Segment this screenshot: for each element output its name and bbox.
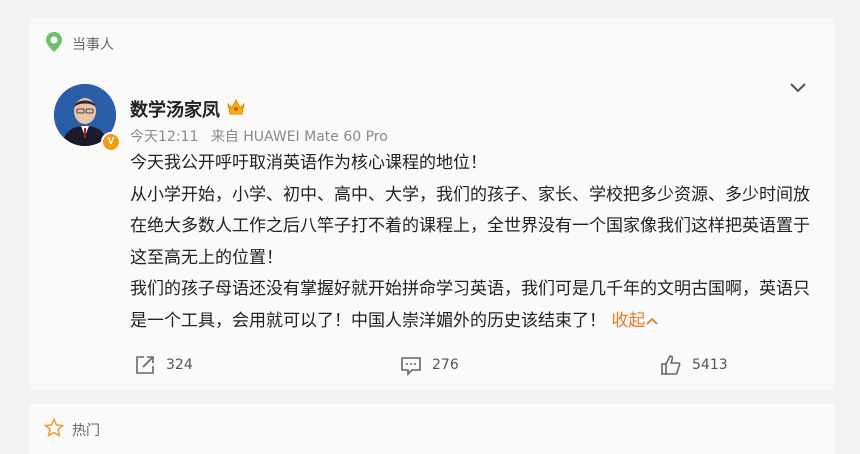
like-button[interactable]: 5413: [660, 352, 728, 378]
comment-count: 276: [432, 357, 459, 373]
collapse-label: 收起: [611, 310, 646, 331]
hot-section-header: 热门: [43, 417, 100, 442]
post-paragraph: 今天我公开呼吁取消英语作为核心课程的地位！: [130, 153, 487, 173]
share-count: 324: [166, 357, 193, 373]
user-name[interactable]: 数学汤家凤: [130, 96, 220, 122]
comment-button[interactable]: 276: [400, 352, 459, 378]
share-icon: [136, 356, 154, 374]
action-bar: 324 276 5413: [0, 352, 860, 378]
share-button[interactable]: 324: [134, 352, 193, 378]
chevron-down-icon[interactable]: [788, 80, 808, 99]
post-paragraph-text: 我们的孩子母语还没有掌握好就开始拼命学习英语，我们可是几千年的文明古国啊，英语只…: [130, 279, 810, 331]
comment-icon: [401, 357, 421, 376]
chevron-up-icon: [646, 317, 659, 325]
post-content: 今天我公开呼吁取消英语作为核心课程的地位！ 从小学开始，小学、初中、高中、大学，…: [130, 148, 810, 337]
thumbs-up-icon: [661, 355, 681, 375]
location-pin-icon: [44, 31, 64, 57]
star-icon: [43, 417, 65, 442]
verified-badge-icon: V: [101, 132, 121, 152]
crown-icon: [226, 98, 246, 120]
post-paragraph: 从小学开始，小学、初中、高中、大学，我们的孩子、家长、学校把多少资源、多少时间放…: [130, 184, 810, 268]
hot-section-card: [30, 404, 834, 454]
post-source: 来自 HUAWEI Mate 60 Pro: [210, 129, 388, 145]
hot-label: 热门: [72, 423, 100, 439]
collapse-link[interactable]: 收起: [611, 311, 659, 331]
post-meta: 今天12:11 来自 HUAWEI Mate 60 Pro: [130, 126, 396, 146]
section-label: 当事人: [72, 37, 114, 53]
post-time: 今天12:11: [130, 129, 199, 145]
like-count: 5413: [692, 357, 728, 373]
section-header: 当事人: [44, 32, 114, 56]
post-paragraph: 我们的孩子母语还没有掌握好就开始拼命学习英语，我们可是几千年的文明古国啊，英语只…: [130, 274, 810, 337]
